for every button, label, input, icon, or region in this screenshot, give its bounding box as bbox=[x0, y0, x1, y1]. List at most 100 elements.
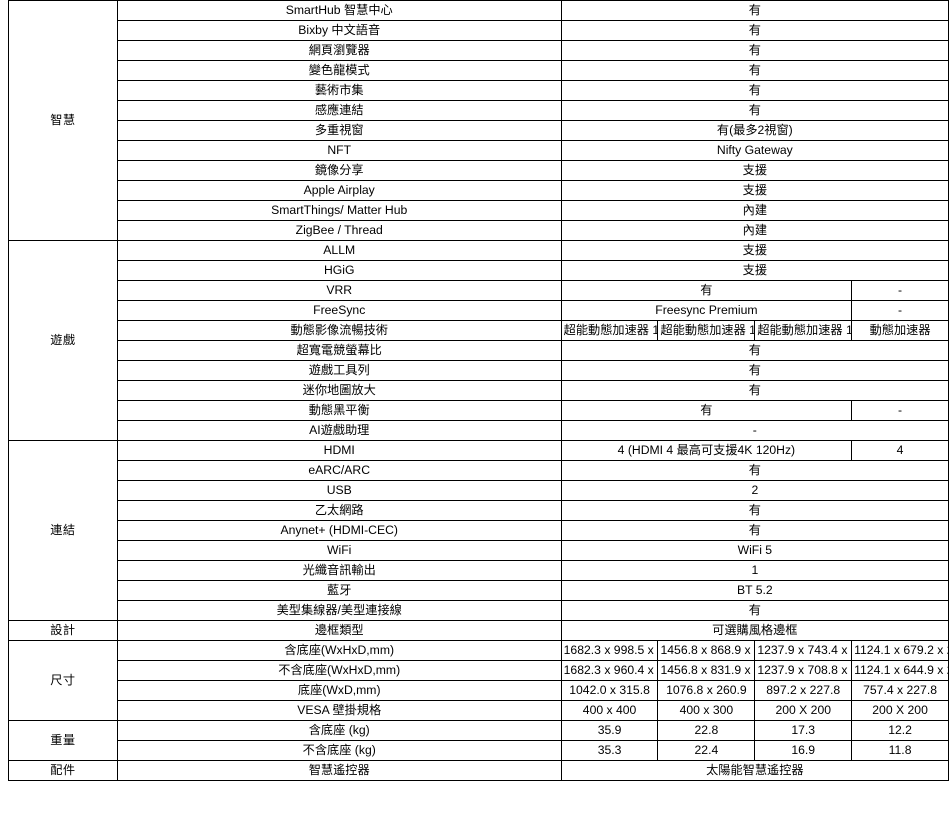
feature-label-cell: FreeSync bbox=[116, 300, 562, 321]
value-cell: 有 bbox=[560, 340, 950, 361]
feature-label-cell: 不含底座 (kg) bbox=[116, 740, 562, 761]
category-cell: 設計 bbox=[8, 620, 118, 641]
value-cell: 有 bbox=[560, 460, 950, 481]
table-row: 藝術市集有 bbox=[9, 80, 950, 101]
feature-label-cell: Bixby 中文語音 bbox=[116, 20, 562, 41]
table-row: USB 2 bbox=[9, 480, 950, 501]
value-cell: 內建 bbox=[560, 220, 950, 241]
value-cell: BT 5.2 bbox=[560, 580, 950, 601]
value-cell: 有(最多2視窗) bbox=[560, 120, 950, 141]
feature-label-cell: HDMI bbox=[116, 440, 562, 461]
feature-label-cell: 含底座 (kg) bbox=[116, 720, 562, 741]
value-cell: Nifty Gateway bbox=[560, 140, 950, 161]
table-row: 設計 邊框類型 可選購風格邊框 bbox=[8, 620, 950, 641]
table-row: 不含底座(WxHxD,mm)1682.3 x 960.4 x 26.91456.… bbox=[9, 660, 949, 681]
table-row: 鏡像分享 支援 bbox=[9, 160, 950, 181]
value-cell: 1682.3 x 960.4 x 26.9 bbox=[560, 660, 659, 681]
feature-label-cell: 遊戲工具列 bbox=[116, 360, 562, 381]
value-cell: 內建 bbox=[560, 200, 950, 221]
value-cell: 有 bbox=[560, 500, 950, 521]
table-row: 感應連結有 bbox=[9, 100, 950, 121]
value-cell: 22.4 bbox=[657, 740, 756, 761]
value-cell: 有 bbox=[560, 100, 950, 121]
table-row: VESA 壁掛規格 400 x 400 400 x 300 200 X 200 200 … bbox=[9, 700, 949, 721]
table-row: 美型集線器/美型連接線有 bbox=[9, 600, 950, 621]
value-cell: 有 bbox=[560, 280, 853, 301]
value-cell: 有 bbox=[560, 0, 950, 21]
value-cell: 22.8 bbox=[657, 720, 756, 741]
value-cell: 400 x 400 bbox=[560, 700, 659, 721]
value-cell: Freesync Premium bbox=[560, 300, 853, 321]
value-cell: 有 bbox=[560, 20, 950, 41]
value-cell: 超能動態加速器 120 Hz bbox=[657, 320, 756, 341]
feature-label-cell: VESA 壁掛規格 bbox=[116, 700, 562, 721]
value-cell: 有 bbox=[560, 80, 950, 101]
value-cell: 支援 bbox=[560, 180, 950, 201]
value-cell: 4 bbox=[851, 440, 949, 461]
feature-label-cell: USB bbox=[116, 480, 562, 501]
feature-label-cell: 鏡像分享 bbox=[116, 160, 562, 181]
value-cell: 1124.1 x 644.9 x 24.9 bbox=[851, 660, 949, 681]
table-row: 遊戲工具列有 bbox=[9, 360, 950, 381]
feature-label-cell: SmartThings/ Matter Hub bbox=[116, 200, 562, 221]
feature-label-cell: 網頁瀏覽器 bbox=[116, 40, 562, 61]
value-cell: 4 (HDMI 4 最高可支援4K 120Hz) bbox=[560, 440, 853, 461]
table-row: eARC/ARC 有 bbox=[9, 460, 950, 481]
feature-label-cell: 藝術市集 bbox=[116, 80, 562, 101]
table-row: 尺寸含底座(WxHxD,mm)1682.3 x 998.5 x 315.8145… bbox=[8, 640, 949, 721]
value-cell: 超能動態加速器 120 Hz bbox=[560, 320, 659, 341]
value-cell: 12.2 bbox=[851, 720, 949, 741]
table-row: ZigBee / Thread 內建 bbox=[9, 220, 950, 241]
value-cell: 11.8 bbox=[851, 740, 949, 761]
value-cell: 1456.8 x 868.9 x 260.9 bbox=[657, 640, 756, 661]
value-cell: 1237.9 x 743.4 x 227.8 bbox=[754, 640, 853, 661]
value-cell: 1456.8 x 831.9 x 24.9 bbox=[657, 660, 756, 681]
table-row: 配件 智慧遙控器 太陽能智慧遙控器 bbox=[8, 760, 950, 781]
feature-label-cell: 乙太網路 bbox=[116, 500, 562, 521]
feature-label-cell: 多重視窗 bbox=[116, 120, 562, 141]
value-cell: 1237.9 x 708.8 x 24.9 bbox=[754, 660, 853, 681]
value-cell: 17.3 bbox=[754, 720, 853, 741]
value-cell: 支援 bbox=[560, 240, 950, 261]
table-row: NFT Nifty Gateway bbox=[9, 140, 950, 161]
feature-label-cell: ALLM bbox=[116, 240, 562, 261]
feature-label-cell: eARC/ARC bbox=[116, 460, 562, 481]
table-row: 遊戲 ALLM 支援 bbox=[8, 240, 950, 441]
value-cell: 200 X 200 bbox=[754, 700, 853, 721]
feature-label-cell: 感應連結 bbox=[116, 100, 562, 121]
value-cell: 動態加速器 bbox=[851, 320, 949, 341]
table-row: Anynet+ (HDMI-CEC) 有 bbox=[9, 520, 950, 541]
feature-label-cell: Apple Airplay bbox=[116, 180, 562, 201]
table-row: 智慧 SmartHub 智慧中心有 bbox=[8, 0, 950, 241]
table-row: FreeSync Freesync Premium - bbox=[9, 300, 949, 321]
value-cell: - bbox=[851, 300, 949, 321]
table-row: SmartThings/ Matter Hub 內建 bbox=[9, 200, 950, 221]
feature-label-cell: 智慧遙控器 bbox=[116, 760, 562, 781]
table-row: 迷你地圖放大有 bbox=[9, 380, 950, 401]
spec-comparison-table: 智慧 SmartHub 智慧中心有 Bixby 中文語音有網頁瀏覽器有變色龍模式有藝… bbox=[8, 0, 950, 781]
value-cell: 有 bbox=[560, 400, 853, 421]
table-row: 超寬電競螢幕比有 bbox=[9, 340, 950, 361]
feature-label-cell: 藍牙 bbox=[116, 580, 562, 601]
value-cell: 757.4 x 227.8 bbox=[851, 680, 949, 701]
feature-label-cell: 變色龍模式 bbox=[116, 60, 562, 81]
value-cell: 400 x 300 bbox=[657, 700, 756, 721]
value-cell: 太陽能智慧遙控器 bbox=[560, 760, 950, 781]
feature-label-cell: SmartHub 智慧中心 bbox=[116, 0, 562, 21]
table-row: 動態黑平衡有 - bbox=[9, 400, 949, 421]
table-row: 變色龍模式有 bbox=[9, 60, 950, 81]
category-cell: 重量 bbox=[8, 720, 118, 761]
table-row: 光纖音訊輸出 1 bbox=[9, 560, 950, 581]
feature-label-cell: Anynet+ (HDMI-CEC) bbox=[116, 520, 562, 541]
table-row: 重量 含底座 (kg) 35.9 22.8 17.3 12.2 bbox=[8, 720, 949, 761]
value-cell: WiFi 5 bbox=[560, 540, 950, 561]
table-row: VRR 有 - bbox=[9, 280, 949, 301]
value-cell: 1076.8 x 260.9 bbox=[657, 680, 756, 701]
category-cell: 智慧 bbox=[8, 0, 118, 241]
table-row: AI遊戲助理 - bbox=[9, 420, 950, 441]
category-cell: 尺寸 bbox=[8, 640, 118, 721]
feature-label-cell: 動態黑平衡 bbox=[116, 400, 562, 421]
value-cell: 1042.0 x 315.8 bbox=[560, 680, 659, 701]
value-cell: 897.2 x 227.8 bbox=[754, 680, 853, 701]
category-cell: 配件 bbox=[8, 760, 118, 781]
